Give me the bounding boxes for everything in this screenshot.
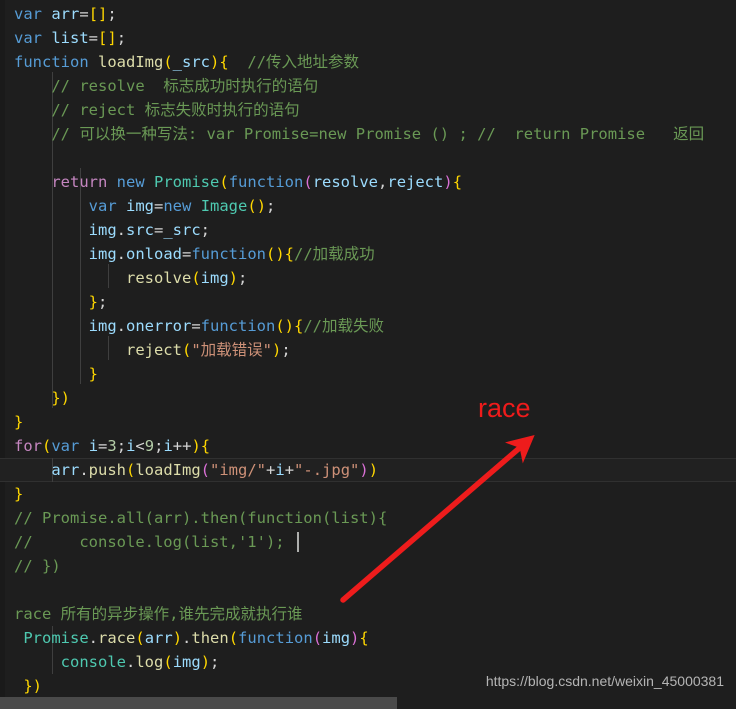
code-line-text: img.onerror=function(){//加载失败 — [88, 317, 384, 335]
code-line-text: Promise.race(arr).then(function(img){ — [23, 629, 369, 647]
code-line[interactable]: // console.log(list,'1'); — [0, 530, 285, 554]
code-line-text: }) — [51, 389, 70, 407]
code-line-text: var list=[]; — [14, 29, 127, 47]
code-line[interactable]: } — [0, 410, 23, 434]
code-line-text: reject("加载错误"); — [125, 341, 291, 359]
code-line-text: console.log(img); — [60, 653, 220, 671]
code-line-text: } — [14, 413, 24, 431]
code-line[interactable]: } — [0, 482, 23, 506]
code-line[interactable]: var arr=[]; — [0, 2, 117, 26]
code-line[interactable]: Promise.race(arr).then(function(img){ — [0, 626, 369, 650]
code-line-text: } — [88, 365, 98, 383]
csdn-watermark: https://blog.csdn.net/weixin_45000381 — [485, 673, 724, 689]
code-line[interactable]: // reject 标志失败时执行的语句 — [0, 98, 300, 122]
code-line[interactable]: return new Promise(function(resolve,reje… — [0, 170, 462, 194]
code-line[interactable]: // }) — [0, 554, 61, 578]
code-line[interactable]: // resolve 标志成功时执行的语句 — [0, 74, 318, 98]
code-line-text: img.onload=function(){//加载成功 — [88, 245, 375, 263]
red-arrow-annotation — [340, 434, 535, 603]
code-line[interactable]: function loadImg(_src){ //传入地址参数 — [0, 50, 359, 74]
race-annotation-label: race — [478, 393, 531, 423]
horizontal-scrollbar-track[interactable] — [0, 697, 736, 709]
code-line[interactable]: } — [0, 362, 98, 386]
code-line[interactable]: resolve(img); — [0, 266, 247, 290]
code-line[interactable]: reject("加载错误"); — [0, 338, 291, 362]
code-line[interactable]: var img=new Image(); — [0, 194, 276, 218]
code-line[interactable]: img.onerror=function(){//加载失败 — [0, 314, 384, 338]
code-line[interactable] — [0, 146, 23, 170]
code-line-text: // resolve 标志成功时执行的语句 — [51, 77, 319, 95]
code-line-text: } — [14, 485, 24, 503]
code-line-text: resolve(img); — [125, 269, 248, 287]
code-line-text: // console.log(list,'1'); — [14, 533, 285, 551]
code-editor-window: var arr=[]; var list=[]; function loadIm… — [0, 0, 736, 709]
code-line[interactable] — [0, 578, 23, 602]
code-line-text: // reject 标志失败时执行的语句 — [51, 101, 300, 119]
code-line[interactable]: }) — [0, 386, 70, 410]
horizontal-scrollbar-thumb[interactable] — [0, 697, 397, 709]
code-line[interactable]: // 可以换一种写法: var Promise=new Promise () ;… — [0, 122, 704, 146]
code-line[interactable]: for(var i=3;i<9;i++){ — [0, 434, 210, 458]
code-line[interactable]: img.onload=function(){//加载成功 — [0, 242, 375, 266]
code-line[interactable]: console.log(img); — [0, 650, 220, 674]
code-line-text: // 可以换一种写法: var Promise=new Promise () ;… — [51, 125, 705, 143]
code-line[interactable]: race 所有的异步操作,谁先完成就执行谁 — [0, 602, 303, 626]
code-line-text: return new Promise(function(resolve,reje… — [51, 173, 463, 191]
code-line[interactable]: var list=[]; — [0, 26, 126, 50]
code-line-text: }; — [88, 293, 108, 311]
code-line-text: var arr=[]; — [14, 5, 117, 23]
code-line-text: var img=new Image(); — [88, 197, 276, 215]
code-line-text: function loadImg(_src){ //传入地址参数 — [14, 53, 360, 71]
code-line[interactable]: img.src=_src; — [0, 218, 210, 242]
code-line-text: race 所有的异步操作,谁先完成就执行谁 — [14, 605, 303, 623]
code-line-text: }) — [23, 677, 43, 695]
code-line[interactable]: }; — [0, 290, 108, 314]
code-line-text: img.src=_src; — [88, 221, 211, 239]
code-line[interactable]: }) — [0, 674, 42, 697]
code-line-text: for(var i=3;i<9;i++){ — [14, 437, 211, 455]
code-line-text: // }) — [14, 557, 61, 575]
text-caret — [297, 532, 299, 552]
